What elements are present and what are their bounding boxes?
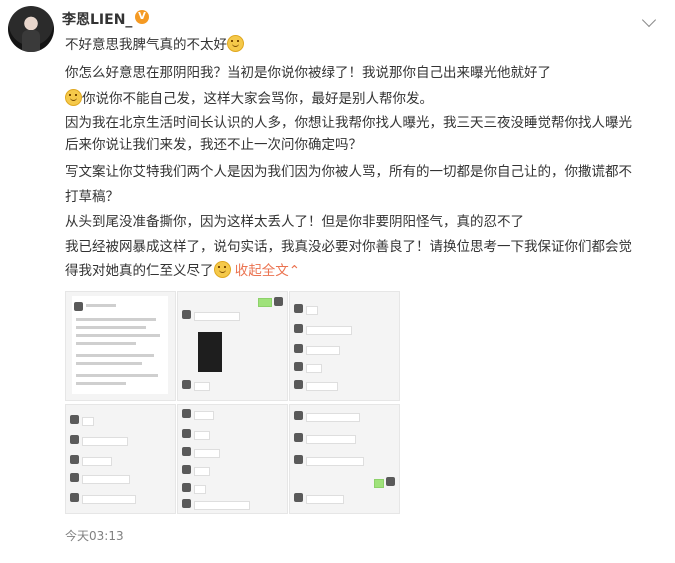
post-line-10: 得我对她真的仁至义尽了 收起全文⌃ xyxy=(65,260,300,282)
post-image-1[interactable] xyxy=(65,291,176,401)
chat-avatar xyxy=(182,380,191,389)
smile-emoji-icon xyxy=(213,261,231,278)
chat-bubble-received xyxy=(194,411,214,420)
chat-avatar xyxy=(182,483,191,492)
post-text: 我已经被网暴成这样了，说句实话，我真没必要对你善良了！请换位思考一下我保证你们都… xyxy=(65,239,632,255)
chat-bubble-sent xyxy=(374,479,384,488)
post-line-1: 不好意思我脾气真的不太好 xyxy=(65,34,244,56)
chat-bubble-sent xyxy=(258,298,272,307)
chat-bubble-received xyxy=(306,346,340,355)
post-text: 得我对她真的仁至义尽了 xyxy=(65,263,214,279)
chat-bubble-received xyxy=(82,437,128,446)
chat-bubble-received xyxy=(82,417,94,426)
post-line-3: 你说你不能自己发，这样大家会骂你，最好是别人帮你发。 xyxy=(65,88,433,110)
video-thumbnail xyxy=(198,332,222,372)
chat-avatar xyxy=(70,435,79,444)
chat-avatar xyxy=(386,477,395,486)
chat-avatar xyxy=(294,304,303,313)
chat-avatar xyxy=(182,447,191,456)
chat-avatar xyxy=(294,380,303,389)
post-line-5: 后来你说让我们来发，我还不止一次问你确定吗？ xyxy=(65,134,362,156)
chat-bubble-received xyxy=(194,382,210,391)
chat-bubble-received xyxy=(306,382,338,391)
post-line-8: 从头到尾没准备撕你，因为这样太丢人了！但是你非要阴阳怪气，真的忍不了 xyxy=(65,211,524,233)
chat-bubble-received xyxy=(306,364,322,373)
chevron-up-icon: ⌃ xyxy=(288,263,301,279)
post-line-2: 你怎么好意思在那阴阳我？当初是你说你被绿了！我说那你自己出来曝光他就好了 xyxy=(65,62,551,84)
chat-avatar xyxy=(70,493,79,502)
avatar[interactable] xyxy=(8,6,54,52)
post-image-3[interactable] xyxy=(289,291,400,401)
chat-bubble-received xyxy=(82,495,136,504)
chat-bubble-received xyxy=(306,457,364,466)
screenshot-line xyxy=(76,342,136,345)
post-text: 因为我在北京生活时间长认识的人多，你想让我帮你找人曝光，我三天三夜没睡觉帮你找人… xyxy=(65,115,632,131)
screenshot-line xyxy=(76,362,142,365)
smile-emoji-icon xyxy=(65,89,82,106)
screenshot-line xyxy=(76,326,146,329)
screenshot-line xyxy=(76,354,154,357)
chat-bubble-received xyxy=(82,457,112,466)
screenshot-avatar xyxy=(74,302,83,311)
post-text: 后来你说让我们来发，我还不止一次问你确定吗？ xyxy=(65,137,362,153)
screenshot-line xyxy=(76,318,156,321)
chat-avatar xyxy=(294,455,303,464)
chat-bubble-received xyxy=(194,501,250,510)
post-image-2[interactable] xyxy=(177,291,288,401)
chat-bubble-received xyxy=(194,485,206,494)
chat-avatar xyxy=(294,344,303,353)
screenshot-line xyxy=(86,304,116,307)
post-text: 从头到尾没准备撕你，因为这样太丢人了！但是你非要阴阳怪气，真的忍不了 xyxy=(65,214,524,230)
post-image-6[interactable] xyxy=(289,404,400,514)
chat-avatar xyxy=(182,499,191,508)
chat-bubble-received xyxy=(306,413,360,422)
chat-avatar xyxy=(294,493,303,502)
chat-avatar xyxy=(182,310,191,319)
chat-avatar xyxy=(70,455,79,464)
chat-avatar xyxy=(182,409,191,418)
screenshot-line xyxy=(76,374,158,377)
collapse-fulltext-link[interactable]: 收起全文⌃ xyxy=(235,263,300,279)
post-text: 你怎么好意思在那阴阳我？当初是你说你被绿了！我说那你自己出来曝光他就好了 xyxy=(65,65,551,81)
chat-bubble-received xyxy=(194,467,210,476)
v-verified-badge-icon: V xyxy=(135,10,149,24)
post-text: 不好意思我脾气真的不太好 xyxy=(65,37,227,53)
post-line-7: 打草稿？ xyxy=(65,186,119,208)
screenshot-page xyxy=(72,296,168,394)
chat-bubble-received xyxy=(82,475,130,484)
screenshot-line xyxy=(76,334,160,337)
chat-bubble-received xyxy=(306,326,352,335)
chevron-down-icon[interactable] xyxy=(641,12,657,28)
post-line-4: 因为我在北京生活时间长认识的人多，你想让我帮你找人曝光，我三天三夜没睡觉帮你找人… xyxy=(65,112,632,134)
chat-avatar xyxy=(70,415,79,424)
chat-avatar xyxy=(182,465,191,474)
chat-avatar xyxy=(182,429,191,438)
smile-emoji-icon xyxy=(227,35,244,52)
chat-bubble-received xyxy=(194,312,240,321)
post-line-9: 我已经被网暴成这样了，说句实话，我真没必要对你善良了！请换位思考一下我保证你们都… xyxy=(65,236,632,258)
post-text: 打草稿？ xyxy=(65,189,119,205)
chat-avatar xyxy=(294,433,303,442)
chat-bubble-received xyxy=(306,435,356,444)
chat-bubble-received xyxy=(194,431,210,440)
post-image-5[interactable] xyxy=(177,404,288,514)
chat-avatar xyxy=(70,473,79,482)
post-line-6: 写文案让你艾特我们两个人是因为我们因为你被人骂，所有的一切都是你自己让的，你撒谎… xyxy=(65,161,632,183)
chat-avatar xyxy=(274,297,283,306)
screenshot-line xyxy=(76,382,126,385)
username[interactable]: 李恩LIEN_ xyxy=(62,9,132,29)
chat-bubble-received xyxy=(194,449,220,458)
post-image-4[interactable] xyxy=(65,404,176,514)
collapse-label: 收起全文 xyxy=(234,263,289,279)
chat-bubble-received xyxy=(306,495,344,504)
chat-avatar xyxy=(294,411,303,420)
post-text: 你说你不能自己发，这样大家会骂你，最好是别人帮你发。 xyxy=(82,91,433,107)
post-text: 写文案让你艾特我们两个人是因为我们因为你被人骂，所有的一切都是你自己让的，你撒谎… xyxy=(65,164,632,180)
chat-bubble-received xyxy=(306,306,318,315)
weibo-post: 李恩LIEN_ V 不好意思我脾气真的不太好 你怎么好意思在那阴阳我？当初是你说… xyxy=(0,0,675,563)
post-timestamp[interactable]: 今天03:13 xyxy=(65,527,124,544)
chat-avatar xyxy=(294,324,303,333)
chat-avatar xyxy=(294,362,303,371)
